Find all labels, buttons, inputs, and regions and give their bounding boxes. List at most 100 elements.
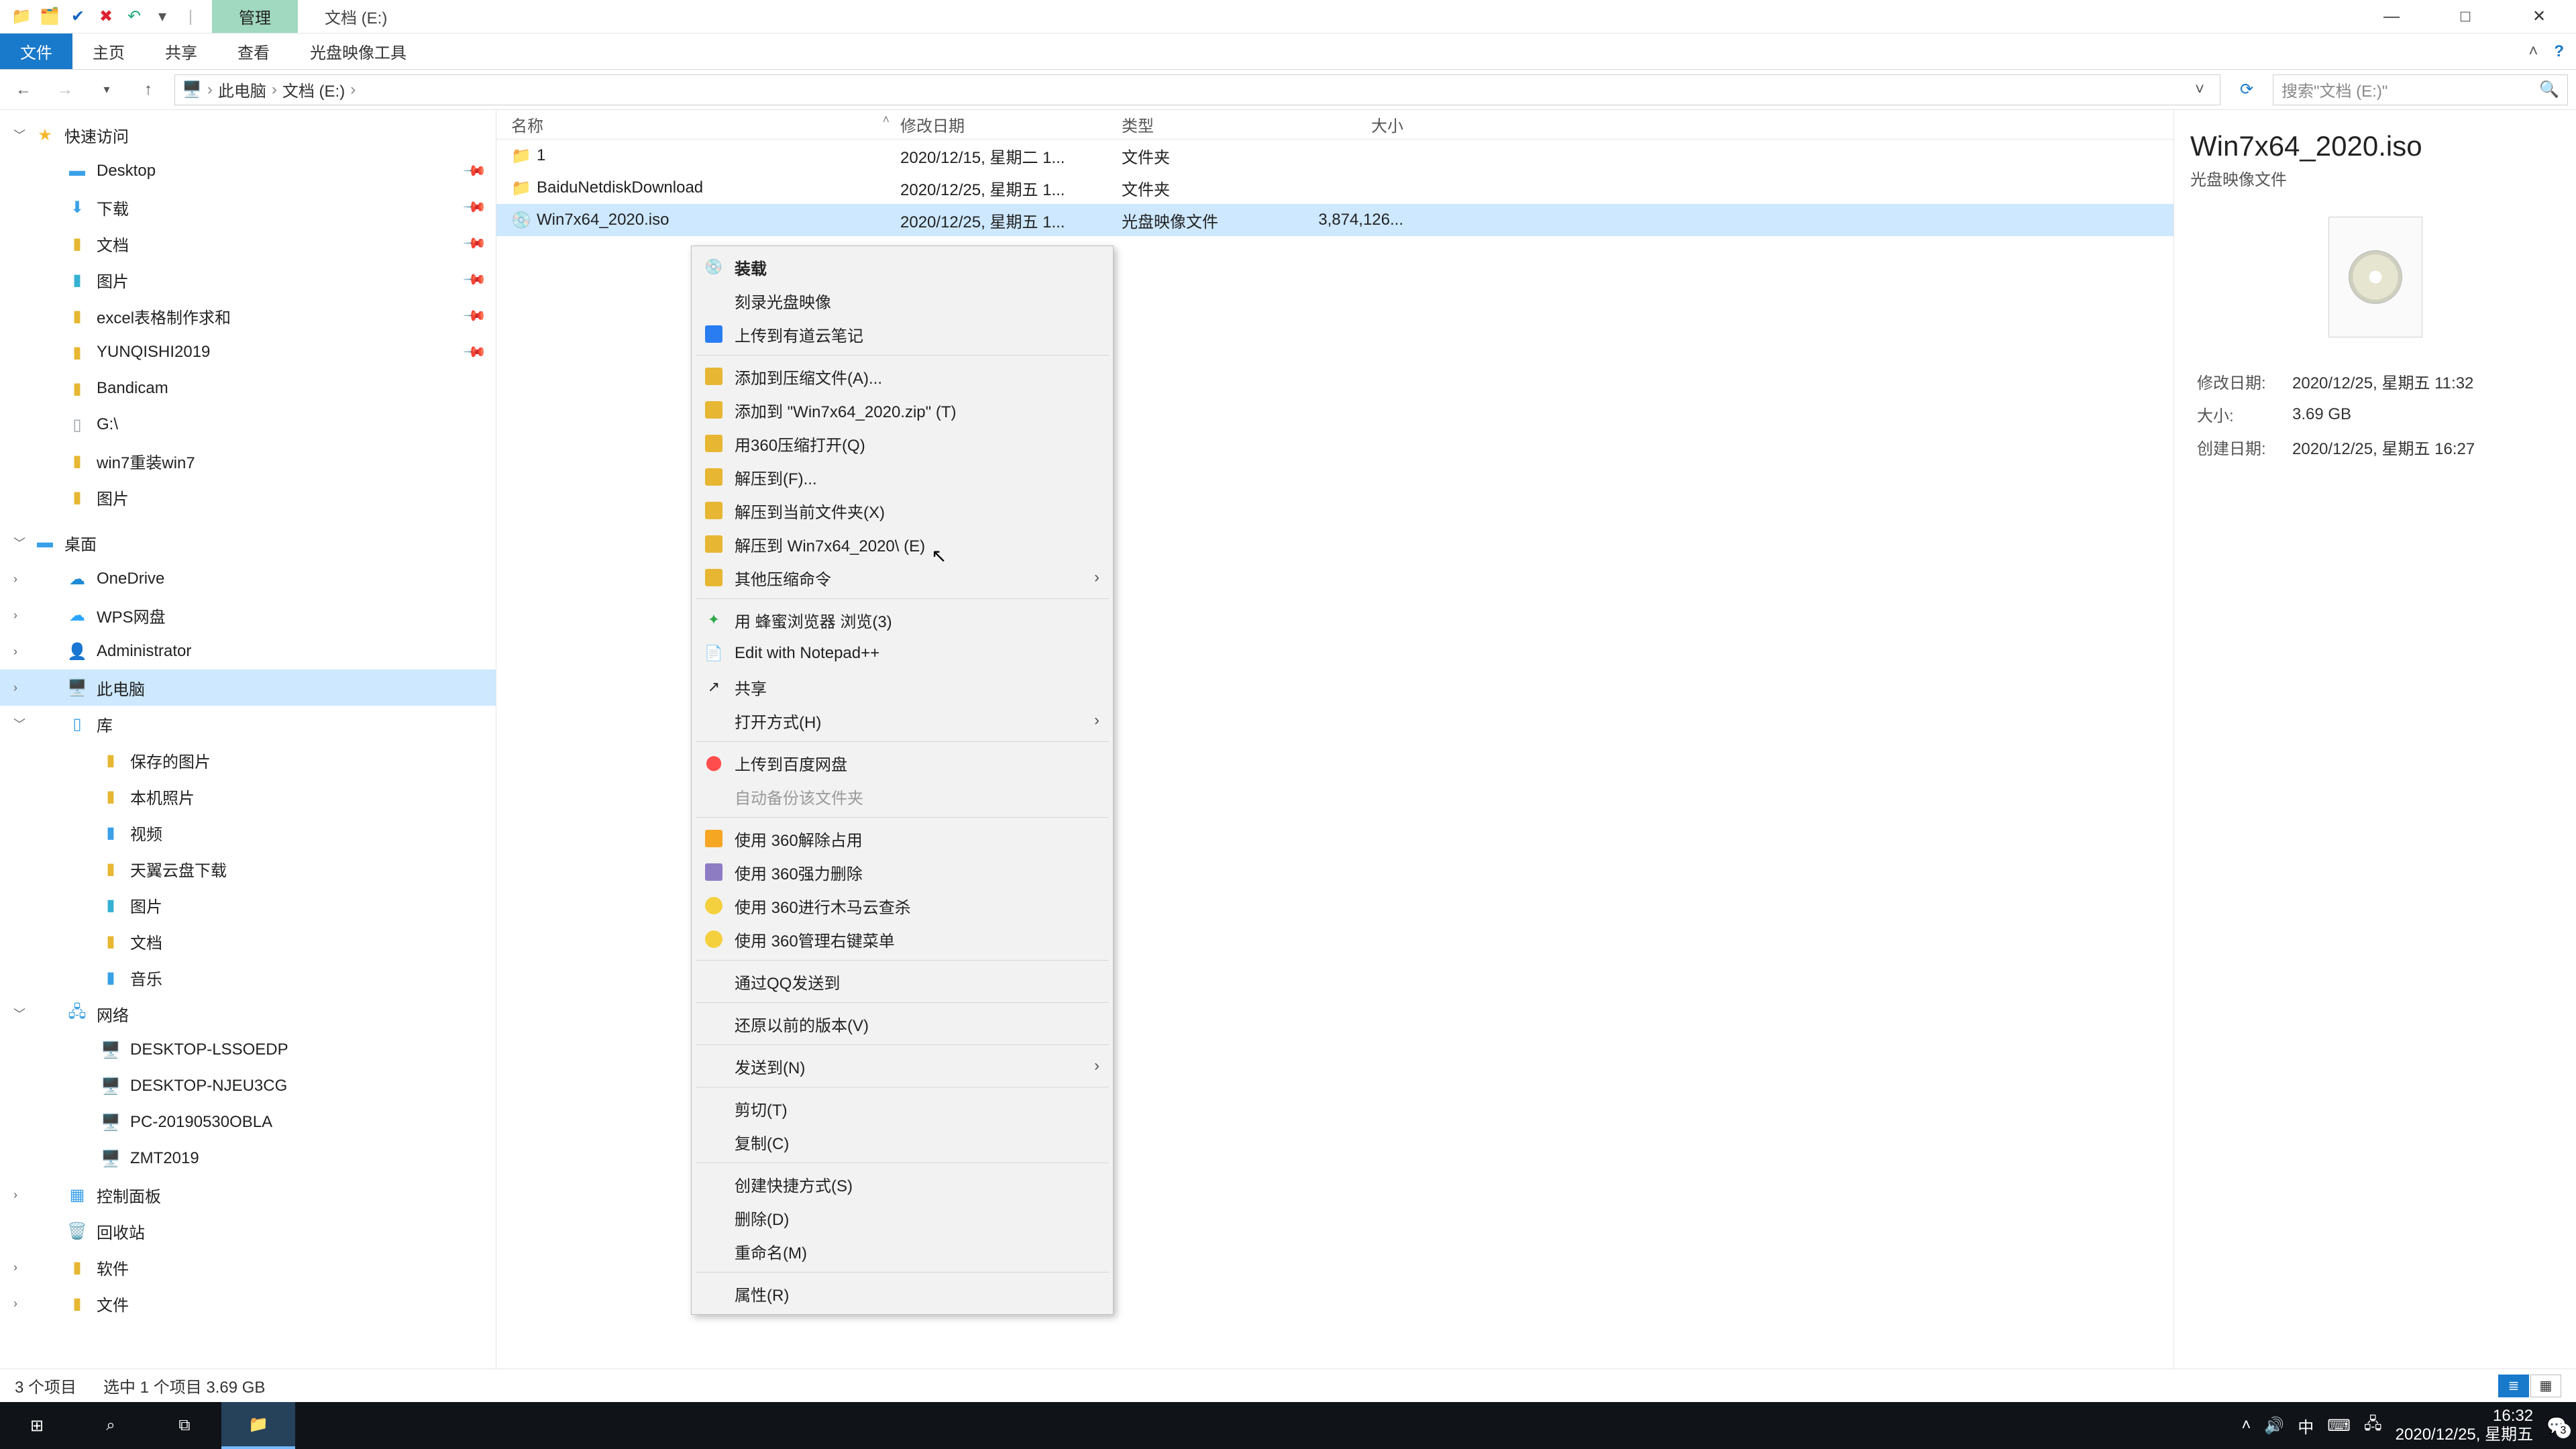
ribbon-collapse-icon[interactable]: ˄ [2528,42,2538,61]
col-name[interactable]: 名称˄ [511,113,900,136]
expand-icon[interactable]: › [13,1297,17,1311]
nav-pc2[interactable]: 🖥️DESKTOP-NJEU3CG [0,1068,496,1104]
nav-tianyi[interactable]: ▮天翼云盘下载 [0,851,496,887]
qat-icon[interactable]: 🗂️ [38,5,62,29]
nav-pc4[interactable]: 🖥️ZMT2019 [0,1140,496,1177]
nav-bandicam[interactable]: ▮Bandicam [0,370,496,407]
minimize-button[interactable]: ― [2355,0,2428,34]
table-row[interactable]: 📁 1 2020/12/15, 星期二 1... 文件夹 [496,140,2174,172]
ctx-copy[interactable]: 复制(C) [693,1125,1112,1159]
chevron-right-icon[interactable]: › [207,80,213,99]
ctx-extract-here[interactable]: 解压到当前文件夹(X) [693,494,1112,527]
ctx-baidu-upload[interactable]: ⬤上传到百度网盘 [693,746,1112,780]
qat-dropdown-icon[interactable]: ▾ [150,5,174,29]
breadcrumb[interactable]: 🖥️ › 此电脑 › 文档 (E:) › ˅ [174,74,2220,105]
expand-icon[interactable]: ﹀ [13,534,25,551]
navigation-pane[interactable]: ﹀★快速访问 ▬Desktop📌 ⬇下载📌 ▮文档📌 ▮图片📌 ▮excel表格… [0,110,496,1368]
qat-undo-icon[interactable]: ↶ [122,5,146,29]
nav-libraries[interactable]: ﹀▯库 [0,706,496,742]
contextual-tab[interactable]: 管理 [212,0,298,33]
nav-desktop-root[interactable]: ﹀▬桌面 [0,525,496,561]
search-button[interactable]: ⌕ [74,1402,148,1449]
ctx-add-archive[interactable]: 添加到压缩文件(A)... [693,360,1112,393]
nav-recycle[interactable]: 🗑️回收站 [0,1213,496,1249]
nav-documents[interactable]: ▮文档📌 [0,225,496,262]
ime-indicator[interactable]: 中 [2298,1414,2314,1438]
table-row[interactable]: 💿 Win7x64_2020.iso 2020/12/25, 星期五 1... … [496,204,2174,236]
address-dropdown-icon[interactable]: ˅ [2186,80,2213,99]
ctx-burn[interactable]: 刻录光盘映像 [693,284,1112,317]
file-explorer-taskbar[interactable]: 📁 [221,1402,295,1449]
nav-videos[interactable]: ▮视频 [0,814,496,851]
ctx-honey-browser[interactable]: ✦用 蜂蜜浏览器 浏览(3) [693,603,1112,637]
ctx-extract-named[interactable]: 解压到 Win7x64_2020\ (E) [693,527,1112,561]
nav-yunqishi[interactable]: ▮YUNQISHI2019📌 [0,334,496,370]
breadcrumb-part[interactable]: 文档 (E:) [282,78,345,101]
qat-delete-icon[interactable]: ✖ [94,5,118,29]
nav-forward-button[interactable]: → [50,74,80,105]
col-type[interactable]: 类型 [1122,113,1309,136]
nav-win7re[interactable]: ▮win7重装win7 [0,443,496,479]
ctx-restore-previous[interactable]: 还原以前的版本(V) [693,1007,1112,1040]
col-size[interactable]: 大小 [1309,113,1417,136]
ctx-add-zip[interactable]: 添加到 "Win7x64_2020.zip" (T) [693,393,1112,427]
view-details-button[interactable]: ≣ [2498,1375,2529,1397]
maximize-button[interactable]: □ [2428,0,2502,34]
ctx-other-compress[interactable]: 其他压缩命令› [693,561,1112,594]
expand-icon[interactable]: › [13,1260,17,1275]
ctx-send-to[interactable]: 发送到(N)› [693,1049,1112,1083]
ctx-open-360zip[interactable]: 用360压缩打开(Q) [693,427,1112,460]
ribbon-home[interactable]: 主页 [72,34,145,69]
chevron-right-icon[interactable]: › [272,80,277,99]
breadcrumb-part[interactable]: 此电脑 [218,78,266,101]
nav-pictures2[interactable]: ▮图片 [0,479,496,515]
nav-up-button[interactable]: ↑ [133,74,164,105]
col-date[interactable]: 修改日期 [900,113,1122,136]
ctx-360-manage[interactable]: 使用 360管理右键菜单 [693,922,1112,956]
expand-icon[interactable]: ﹀ [13,1005,25,1022]
nav-wps[interactable]: ›☁WPS网盘 [0,597,496,633]
ribbon-file[interactable]: 文件 [0,34,72,69]
nav-pictures3[interactable]: ▮图片 [0,887,496,923]
taskbar-clock[interactable]: 16:32 2020/12/25, 星期五 [2396,1407,2533,1444]
nav-network[interactable]: ﹀🖧网络 [0,996,496,1032]
start-button[interactable]: ⊞ [0,1402,74,1449]
search-icon[interactable]: 🔍 [2539,80,2559,99]
expand-icon[interactable]: ﹀ [13,715,25,733]
task-view-button[interactable]: ⧉ [148,1402,221,1449]
ctx-360-unlock[interactable]: 使用 360解除占用 [693,822,1112,855]
ctx-360-trojan[interactable]: 使用 360进行木马云查杀 [693,889,1112,922]
nav-back-button[interactable]: ← [8,74,39,105]
ribbon-share[interactable]: 共享 [145,34,217,69]
ribbon-view[interactable]: 查看 [217,34,290,69]
keyboard-icon[interactable]: ⌨ [2327,1416,2351,1436]
expand-icon[interactable]: › [13,645,17,659]
close-button[interactable]: ✕ [2502,0,2576,34]
ctx-mount[interactable]: 💿装载 [693,250,1112,284]
nav-music[interactable]: ▮音乐 [0,959,496,996]
nav-desktop[interactable]: ▬Desktop📌 [0,153,496,189]
qat-icon[interactable]: 📁 [9,5,34,29]
ctx-delete[interactable]: 删除(D) [693,1201,1112,1234]
ctx-360-force-delete[interactable]: 使用 360强力删除 [693,855,1112,889]
ribbon-tool[interactable]: 光盘映像工具 [290,34,427,69]
expand-icon[interactable]: › [13,608,17,623]
nav-docs2[interactable]: ▮文档 [0,923,496,959]
qat-save-icon[interactable]: ✔ [66,5,90,29]
network-icon[interactable]: 🖧 [2364,1412,2382,1440]
nav-control-panel[interactable]: ›▦控制面板 [0,1177,496,1213]
view-thumbnails-button[interactable]: ▦ [2530,1375,2561,1397]
chevron-right-icon[interactable]: › [350,80,356,99]
ctx-open-with[interactable]: 打开方式(H)› [693,704,1112,737]
nav-excel[interactable]: ▮excel表格制作求和📌 [0,298,496,334]
nav-files[interactable]: ›▮文件 [0,1285,496,1322]
expand-icon[interactable]: › [13,681,17,695]
nav-quick-access[interactable]: ﹀★快速访问 [0,117,496,153]
ctx-cut[interactable]: 剪切(T) [693,1091,1112,1125]
ctx-create-shortcut[interactable]: 创建快捷方式(S) [693,1167,1112,1201]
ctx-youdao[interactable]: 上传到有道云笔记 [693,317,1112,351]
nav-pc1[interactable]: 🖥️DESKTOP-LSSOEDP [0,1032,496,1068]
ctx-qq-send[interactable]: 通过QQ发送到 [693,965,1112,998]
tray-up-icon[interactable]: ˄ [2241,1416,2251,1435]
ctx-extract-to[interactable]: 解压到(F)... [693,460,1112,494]
